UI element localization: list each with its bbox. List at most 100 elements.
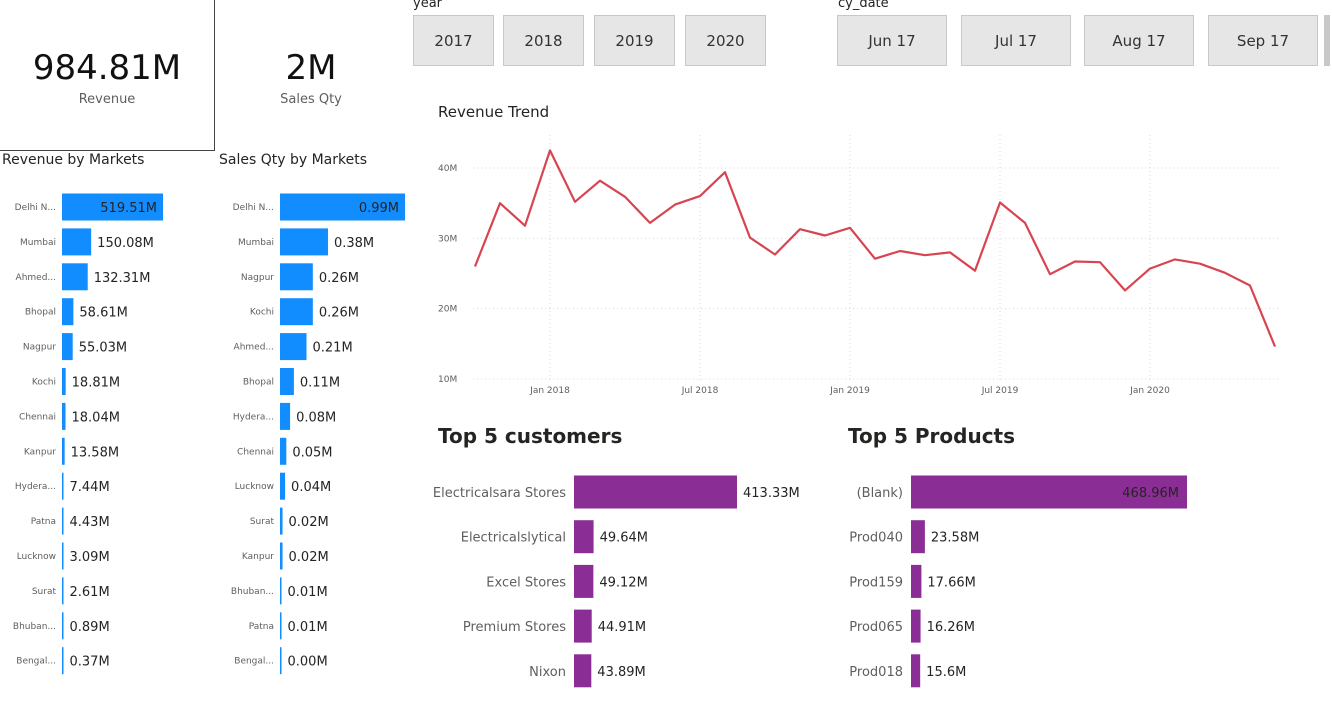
revenue-market-bar[interactable] xyxy=(62,472,64,500)
revenue-trend-point[interactable] xyxy=(472,263,478,269)
revenue-market-bar[interactable] xyxy=(62,298,74,326)
year-slicer-label: year xyxy=(413,0,443,11)
revenue-trend-point[interactable] xyxy=(572,199,578,205)
top5-products-title: Top 5 Products xyxy=(848,424,1016,448)
top-product-bar[interactable] xyxy=(911,520,925,554)
year-option-2019[interactable]: 2019 xyxy=(594,15,675,66)
revenue-trend-chart: 10M 20M 30M 40M Jan 2018 Jul 2018 Jan 2019 Jul … xyxy=(438,135,1280,396)
revenue-trend-point[interactable] xyxy=(697,193,703,199)
trend-y-tick-label: 20M xyxy=(438,305,457,315)
year-option-2020[interactable]: 2020 xyxy=(685,15,766,66)
cy-date-option-aug17[interactable]: Aug 17 xyxy=(1084,15,1194,66)
qty-market-category-label: Lucknow xyxy=(235,482,274,492)
revenue-trend-point[interactable] xyxy=(547,147,553,153)
top-customer-bar[interactable] xyxy=(574,609,592,643)
qty-market-bar[interactable] xyxy=(280,402,291,430)
revenue-trend-point[interactable] xyxy=(1247,282,1253,288)
revenue-market-bar[interactable] xyxy=(62,507,64,535)
qty-market-data-label: 0.11M xyxy=(300,376,340,391)
qty-market-bar[interactable] xyxy=(280,472,286,500)
revenue-trend-point[interactable] xyxy=(747,235,753,241)
revenue-trend-point[interactable] xyxy=(897,248,903,254)
qty-market-bar[interactable] xyxy=(280,298,313,326)
top-customer-bar[interactable] xyxy=(574,654,592,688)
year-option-2017[interactable]: 2017 xyxy=(413,15,494,66)
cy-date-option-jun17[interactable]: Jun 17 xyxy=(837,15,947,66)
revenue-market-bar[interactable] xyxy=(62,368,66,395)
revenue-market-bar[interactable] xyxy=(62,333,73,361)
revenue-trend-point[interactable] xyxy=(847,225,853,231)
revenue-market-bar[interactable] xyxy=(62,263,88,291)
qty-market-data-label: 0.26M xyxy=(319,271,359,286)
revenue-market-bar[interactable] xyxy=(62,647,64,675)
revenue-market-category-label: Lucknow xyxy=(17,552,56,562)
revenue-trend-point[interactable] xyxy=(522,223,528,229)
qty-market-bar[interactable] xyxy=(280,368,294,395)
top-product-data-label: 15.6M xyxy=(926,665,966,680)
revenue-trend-point[interactable] xyxy=(597,178,603,184)
top-product-bar[interactable] xyxy=(911,654,921,688)
revenue-market-bar[interactable] xyxy=(62,577,64,605)
top-customer-data-label: 43.89M xyxy=(597,665,645,680)
revenue-kpi-card: 984.81M Revenue xyxy=(0,0,215,151)
revenue-trend-point[interactable] xyxy=(647,220,653,226)
qty-market-bar[interactable] xyxy=(280,228,328,256)
revenue-trend-point[interactable] xyxy=(797,226,803,232)
revenue-trend-point[interactable] xyxy=(1197,261,1203,267)
qty-market-category-label: Kanpur xyxy=(242,552,274,562)
top-customer-bar[interactable] xyxy=(574,520,594,554)
cy-date-option-jul17[interactable]: Jul 17 xyxy=(961,15,1071,66)
top-product-bar[interactable] xyxy=(911,564,922,598)
qty-market-category-label: Surat xyxy=(250,517,275,527)
top5-products-chart: (Blank) 468.96M Prod040 23.58M Prod159 17.66M… xyxy=(849,475,1187,688)
revenue-market-bar[interactable] xyxy=(62,437,65,465)
qty-market-bar[interactable] xyxy=(280,577,282,605)
top-product-bar[interactable] xyxy=(911,609,921,643)
top-customer-bar[interactable] xyxy=(574,475,737,509)
revenue-trend-point[interactable] xyxy=(622,194,628,200)
qty-market-data-label: 0.02M xyxy=(289,550,329,565)
revenue-trend-point[interactable] xyxy=(1172,256,1178,262)
qty-market-bar[interactable] xyxy=(280,437,287,465)
revenue-trend-point[interactable] xyxy=(1222,270,1228,276)
revenue-trend-point[interactable] xyxy=(1047,271,1053,277)
revenue-trend-point[interactable] xyxy=(672,202,678,208)
top-customer-data-label: 49.64M xyxy=(600,531,648,546)
revenue-trend-point[interactable] xyxy=(1147,266,1153,272)
revenue-trend-point[interactable] xyxy=(1097,259,1103,265)
revenue-trend-point[interactable] xyxy=(1272,344,1278,350)
revenue-trend-point[interactable] xyxy=(972,268,978,274)
revenue-market-bar[interactable] xyxy=(62,612,64,640)
cy-date-option-sep17[interactable]: Sep 17 xyxy=(1208,15,1318,66)
revenue-market-bar[interactable] xyxy=(62,402,66,430)
qty-market-bar[interactable] xyxy=(280,612,282,640)
revenue-trend-point[interactable] xyxy=(822,233,828,239)
top-product-category-label: Prod159 xyxy=(849,575,903,590)
qty-market-category-label: Delhi N... xyxy=(233,203,274,213)
revenue-trend-point[interactable] xyxy=(772,252,778,258)
revenue-trend-point[interactable] xyxy=(1122,287,1128,293)
year-option-2018[interactable]: 2018 xyxy=(503,15,584,66)
revenue-market-bar[interactable] xyxy=(62,228,92,256)
qty-market-bar[interactable] xyxy=(280,542,283,570)
qty-market-bar[interactable] xyxy=(280,263,313,291)
revenue-market-bar[interactable] xyxy=(62,542,64,570)
qty-market-bar[interactable] xyxy=(280,333,307,361)
revenue-market-category-label: Kochi xyxy=(32,378,56,388)
revenue-trend-point[interactable] xyxy=(1072,259,1078,265)
slicer-scrollbar[interactable] xyxy=(1324,15,1330,66)
revenue-trend-point[interactable] xyxy=(922,252,928,258)
revenue-trend-point[interactable] xyxy=(997,199,1003,205)
revenue-market-data-label: 18.04M xyxy=(72,410,120,425)
revenue-trend-point[interactable] xyxy=(497,200,503,206)
revenue-trend-point[interactable] xyxy=(947,249,953,255)
qty-market-bar[interactable] xyxy=(280,507,283,535)
qty-market-data-label: 0.00M xyxy=(288,655,328,670)
qty-market-bar[interactable] xyxy=(280,647,282,675)
revenue-trend-point[interactable] xyxy=(1022,220,1028,226)
revenue-trend-point[interactable] xyxy=(872,256,878,262)
revenue-trend-point[interactable] xyxy=(722,169,728,175)
revenue-trend-line[interactable] xyxy=(473,149,1277,348)
top5-customers-title: Top 5 customers xyxy=(438,424,623,448)
top-customer-bar[interactable] xyxy=(574,564,594,598)
